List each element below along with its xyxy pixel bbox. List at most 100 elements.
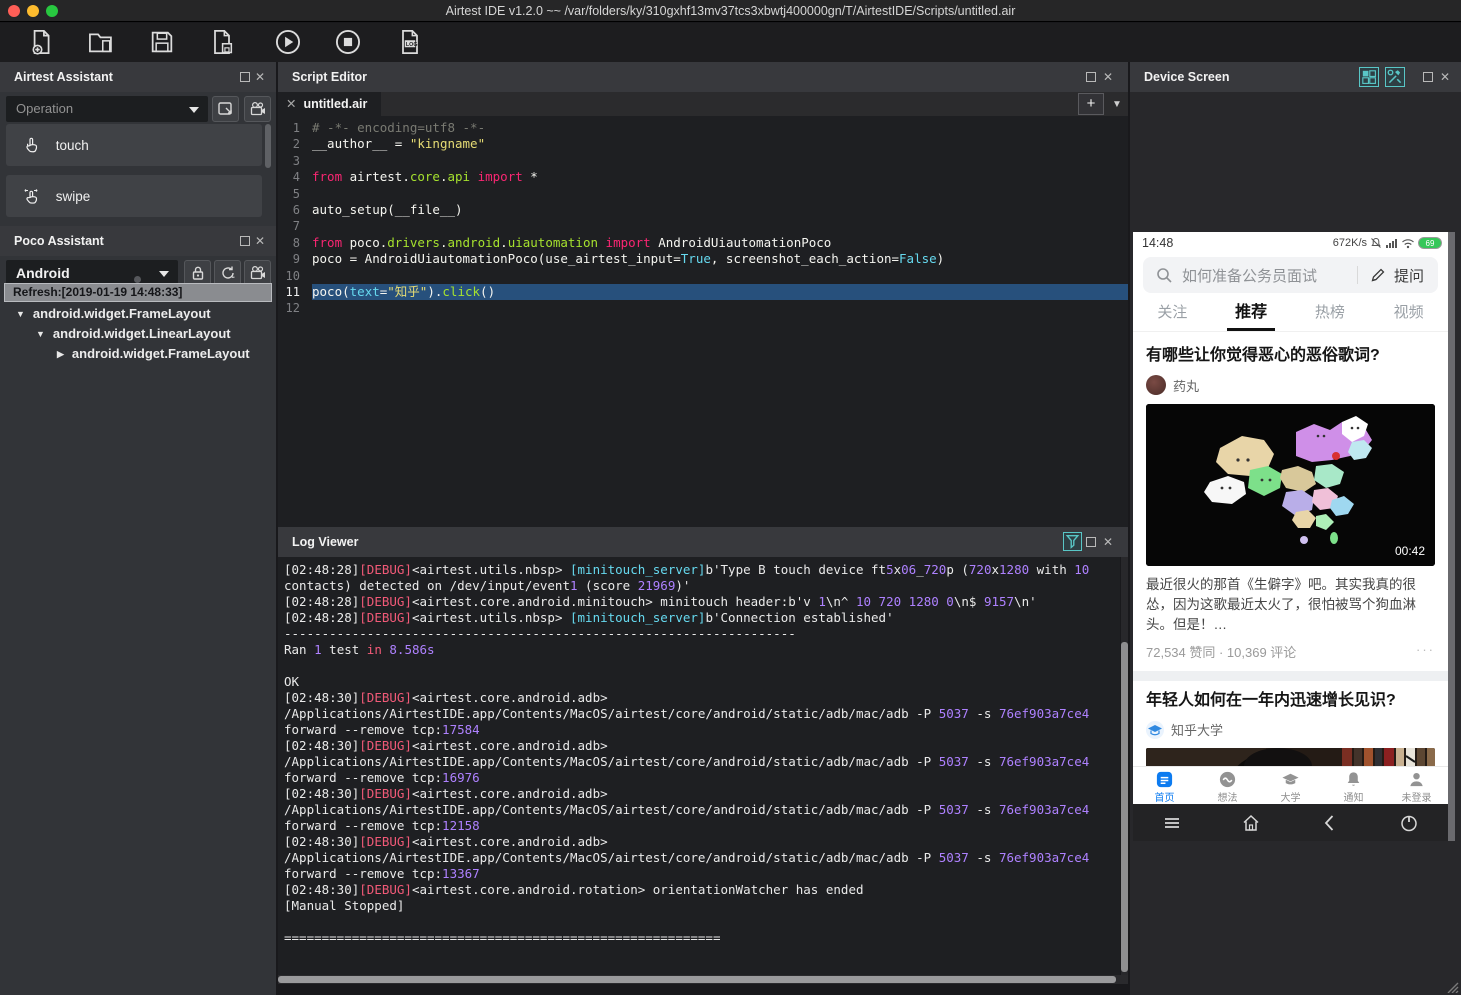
tab-untitled-air[interactable]: ✕ untitled.air	[278, 92, 382, 116]
action-list-scrollbar[interactable]	[265, 124, 271, 168]
back-chevron-icon	[1324, 814, 1334, 831]
editor-float-button[interactable]	[1086, 72, 1096, 82]
chevron-down-icon	[189, 107, 199, 113]
tree-expand-icon[interactable]: ▼	[16, 309, 25, 319]
code-line[interactable]: 6 auto_setup(__file__)	[278, 202, 1128, 218]
code-line[interactable]: 3	[278, 153, 1128, 169]
zhihu-tab-3[interactable]: 热榜	[1291, 298, 1370, 331]
device-tools-button[interactable]	[1385, 67, 1405, 87]
code-line[interactable]: 10	[278, 268, 1128, 284]
android-menu-button[interactable]	[1133, 804, 1212, 841]
log-viewer-title: Log Viewer	[292, 535, 359, 549]
code-line[interactable]: 1 # -*- encoding=utf8 -*-	[278, 120, 1128, 136]
open-script-button[interactable]	[86, 28, 116, 58]
zhihu-tab-4[interactable]: 视频	[1369, 298, 1448, 331]
poco-close-button[interactable]: ✕	[252, 233, 268, 249]
code-line[interactable]: 11 poco(text="知乎").click()	[278, 283, 1128, 301]
avatar[interactable]	[1146, 720, 1164, 739]
code-line[interactable]: 8 from poco.drivers.android.uiautomation …	[278, 235, 1128, 251]
zhihu-nav-2[interactable]: 想法	[1196, 767, 1259, 804]
pencil-icon	[1371, 268, 1385, 282]
more-options-icon[interactable]: ···	[1416, 642, 1435, 657]
device-close-button[interactable]: ✕	[1437, 69, 1453, 85]
question-title[interactable]: 年轻人如何在一年内迅速增长见识?	[1133, 681, 1448, 712]
operation-dropdown[interactable]: Operation	[6, 96, 208, 122]
log-vertical-scrollbar[interactable]	[1121, 557, 1128, 975]
touch-action-button[interactable]: touch	[6, 124, 262, 166]
video-thumbnail[interactable]: 00:42	[1146, 404, 1435, 566]
graduation-cap-icon	[1148, 724, 1162, 735]
code-editor[interactable]: 1 # -*- encoding=utf8 -*- 2 __author__ = "k…	[278, 116, 1128, 527]
device-layout-button[interactable]	[1359, 67, 1379, 87]
log-close-button[interactable]: ✕	[1100, 534, 1116, 550]
feed-item-1[interactable]: 有哪些让你觉得恶心的恶俗歌词? 药丸 00:42 最近很火的那首《生僻字》吧。其…	[1133, 332, 1448, 661]
swipe-action-button[interactable]: swipe	[6, 175, 262, 217]
save-script-button[interactable]	[147, 28, 177, 58]
new-script-button[interactable]	[26, 28, 56, 58]
tree-node-label: android.widget.FrameLayout	[71, 346, 250, 361]
ask-question-button[interactable]: 提问	[1394, 265, 1424, 286]
code-line[interactable]: 5	[278, 186, 1128, 202]
snapshot-select-button[interactable]	[212, 96, 239, 122]
run-script-button[interactable]	[273, 28, 303, 58]
zhihu-nav-4[interactable]: 通知	[1322, 767, 1385, 804]
zhihu-search-input[interactable]: 如何准备公务员面试 提问	[1143, 257, 1438, 293]
poco-float-button[interactable]	[240, 236, 250, 246]
nav-label: 通知	[1343, 793, 1364, 804]
log-horizontal-scrollbar[interactable]	[278, 975, 1128, 984]
airtest-close-button[interactable]: ✕	[252, 69, 268, 85]
tree-node-framelayout[interactable]: ▼ android.widget.FrameLayout	[16, 304, 211, 324]
record-button[interactable]	[244, 96, 271, 122]
stop-script-button[interactable]	[333, 28, 363, 58]
tab-close-icon[interactable]: ✕	[286, 97, 296, 111]
log-line: forward --remove tcp:16976	[284, 770, 480, 785]
code-line[interactable]: 4 from airtest.core.api import *	[278, 169, 1128, 185]
new-tab-button[interactable]: +	[1078, 93, 1104, 115]
zhihu-nav-3[interactable]: 大学	[1259, 767, 1322, 804]
avatar[interactable]	[1146, 375, 1166, 395]
device-float-button[interactable]	[1423, 72, 1433, 82]
android-home-button[interactable]	[1212, 804, 1291, 841]
grid-layout-icon	[1362, 70, 1376, 84]
tab-label: untitled.air	[303, 97, 368, 111]
log-line: [02:48:30][DEBUG]<airtest.core.android.a…	[284, 786, 608, 801]
zhihu-tab-1[interactable]: 关注	[1133, 298, 1212, 331]
window-resize-grip[interactable]	[1445, 981, 1459, 993]
code-line[interactable]: 2 __author__ = "kingname"	[278, 136, 1128, 152]
zhihu-nav-5[interactable]: 未登录	[1385, 767, 1448, 804]
android-back-button[interactable]	[1291, 804, 1370, 841]
zhihu-nav-1[interactable]: 首页	[1133, 767, 1196, 804]
device-screen-mirror[interactable]: 14:48 672K/s 69 如何准备公务员面试 提问 关注 推荐 热榜 视频 有哪…	[1133, 232, 1448, 841]
save-script-as-button[interactable]	[207, 28, 237, 58]
log-float-button[interactable]	[1086, 537, 1096, 547]
log-filter-button[interactable]	[1063, 532, 1082, 551]
tree-node-framelayout-child[interactable]: ▶ android.widget.FrameLayout	[57, 344, 250, 364]
phone-search-row: 如何准备公务员面试 提问	[1133, 254, 1448, 298]
code-line[interactable]: 12	[278, 300, 1128, 316]
author-name[interactable]: 药丸	[1173, 376, 1199, 395]
author-name[interactable]: 知乎大学	[1171, 720, 1223, 739]
question-title[interactable]: 有哪些让你觉得恶心的恶俗歌词?	[1133, 332, 1448, 367]
airtest-float-button[interactable]	[240, 72, 250, 82]
tree-node-label: android.widget.FrameLayout	[32, 306, 211, 321]
save-as-icon	[214, 30, 233, 54]
poco-assistant-title: Poco Assistant	[14, 234, 104, 248]
zhihu-tab-bar: 关注 推荐 热榜 视频	[1133, 298, 1448, 332]
tab-list-chevron-button[interactable]: ▼	[1108, 96, 1126, 112]
panel-splitter-handle[interactable]	[134, 276, 141, 283]
tree-expand-icon[interactable]: ▼	[36, 329, 45, 339]
window-title: Airtest IDE v1.2.0 ~~ /var/folders/ky/31…	[445, 4, 1016, 18]
code-line[interactable]: 7	[278, 218, 1128, 234]
menu-icon	[1165, 817, 1180, 828]
answer-excerpt[interactable]: 最近很火的那首《生僻字》吧。其实我真的很怂，因为这歌最近太火了，很怕被骂个狗血淋…	[1133, 566, 1448, 635]
android-power-button[interactable]	[1369, 804, 1448, 841]
code-line[interactable]: 9 poco = AndroidUiautomationPoco(use_airt…	[278, 251, 1128, 267]
china-map-illustration	[1146, 404, 1435, 566]
tree-expand-icon[interactable]: ▶	[57, 349, 64, 359]
tree-node-linearlayout[interactable]: ▼ android.widget.LinearLayout	[36, 324, 231, 344]
zhihu-tab-2[interactable]: 推荐	[1212, 298, 1291, 331]
editor-close-button[interactable]: ✕	[1100, 69, 1116, 85]
view-log-button[interactable]: LOG	[395, 28, 425, 58]
device-screen-scrollbar[interactable]	[1448, 232, 1455, 841]
log-line: [02:48:30][DEBUG]<airtest.core.android.a…	[284, 690, 608, 705]
